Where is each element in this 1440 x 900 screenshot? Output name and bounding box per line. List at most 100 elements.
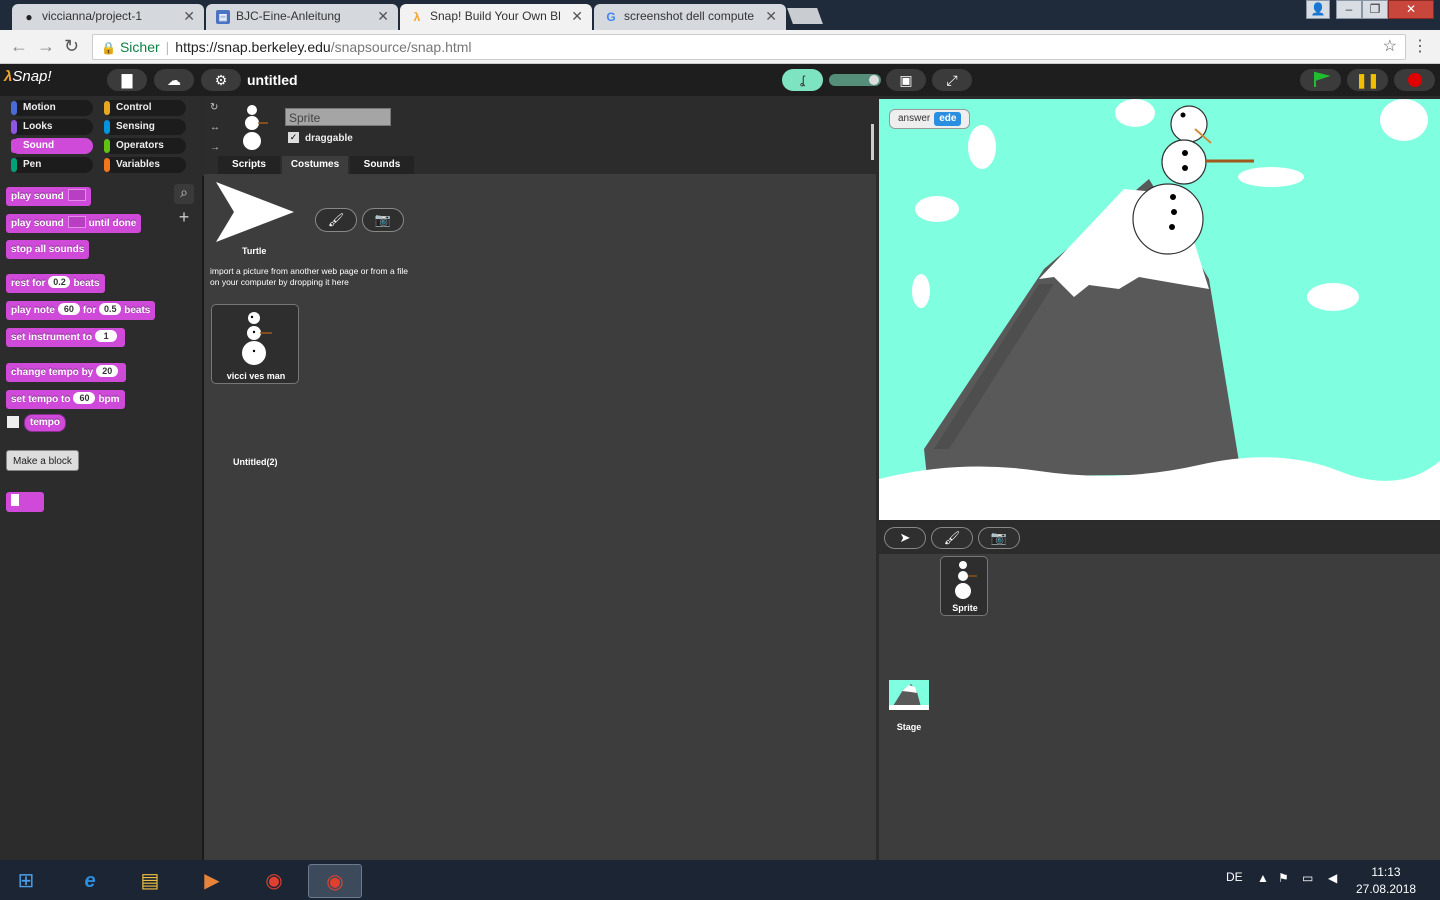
block-change-tempo[interactable]: change tempo by 20 (6, 363, 127, 382)
tempo-watcher-checkbox[interactable] (7, 416, 19, 428)
category-pen[interactable]: Pen (11, 157, 93, 173)
stage-size-button[interactable]: ▣ (886, 69, 926, 91)
block-play-note[interactable]: play note 60 for 0.5 beats (6, 301, 156, 320)
make-a-block-button[interactable]: Make a block (6, 450, 79, 471)
network-icon[interactable]: ▭ (1302, 871, 1313, 885)
camera-sprite-button[interactable]: 📷 (978, 527, 1020, 549)
internet-explorer-icon[interactable]: e (66, 864, 114, 898)
file-explorer-icon[interactable]: ▤ (126, 864, 174, 898)
slider-knob[interactable] (869, 75, 879, 85)
block-text: stop all sounds (11, 244, 85, 255)
maximize-button[interactable]: ❐ (1362, 0, 1388, 19)
sprite-icon-card[interactable]: Sprite (940, 556, 988, 616)
category-sound[interactable]: Sound (11, 138, 93, 154)
media-player-icon[interactable]: ▶ (188, 864, 236, 898)
custom-block[interactable] (6, 492, 44, 512)
pane-resize-handle[interactable] (871, 124, 874, 160)
minimize-button[interactable]: – (1336, 0, 1362, 19)
url-input[interactable]: 🔒 Sicher | https://snap.berkeley.edu/snapso… (92, 34, 1406, 60)
answer-watcher[interactable]: answer ede (889, 109, 971, 129)
paint-new-costume-button[interactable]: 🖌 (315, 208, 357, 232)
browser-tab-snap[interactable]: λ Snap! Build Your Own Bl ✕ (400, 4, 592, 30)
chrome-icon[interactable]: ◉ (250, 864, 298, 898)
snap-top-bar: λSnap! ▇ ☁ ⚙ untitled ʆ ▣ ⤢ ❚❚ (0, 64, 1440, 96)
volume-icon[interactable]: ◀ (1328, 871, 1337, 885)
green-flag-button[interactable] (1300, 69, 1341, 91)
browser-tab-google[interactable]: G screenshot dell compute ✕ (594, 4, 786, 30)
flip-icon[interactable]: ↔ (210, 122, 220, 133)
category-variables[interactable]: Variables (104, 157, 186, 173)
sprite-name-input[interactable]: Sprite (285, 108, 391, 126)
block-set-instrument[interactable]: set instrument to 1 (6, 328, 126, 347)
paint-new-sprite-button[interactable]: 🖌 (931, 527, 973, 549)
block-rest-for[interactable]: rest for 0.2 beats (6, 274, 105, 293)
tab-costumes[interactable]: Costumes (282, 156, 348, 174)
category-control[interactable]: Control (104, 100, 186, 116)
dropdown-slot[interactable] (67, 189, 86, 201)
file-menu-button[interactable]: ▇ (107, 69, 147, 91)
forward-icon[interactable]: → (37, 36, 55, 57)
browser-tab-bjc[interactable]: ▤ BJC-Eine-Anleitung ✕ (206, 4, 398, 30)
pause-button[interactable]: ❚❚ (1347, 69, 1388, 91)
browser-tab-github[interactable]: ● viccianna/project-1 ✕ (12, 4, 204, 30)
costume-thumbnail[interactable]: vicci ves man (211, 304, 299, 384)
reload-icon[interactable]: ↻ (64, 36, 79, 57)
new-tab-button[interactable] (787, 8, 823, 24)
stage-speed-slider[interactable] (829, 74, 881, 86)
category-sensing[interactable]: Sensing (104, 119, 186, 135)
stop-button[interactable] (1394, 69, 1435, 91)
close-icon[interactable]: ✕ (571, 8, 583, 25)
user-icon[interactable]: 👤 (1306, 0, 1330, 19)
project-title: untitled (247, 72, 298, 88)
settings-menu-button[interactable]: ⚙ (201, 69, 241, 91)
stage[interactable]: answer ede (879, 99, 1440, 520)
app-mode-toggle[interactable]: ʆ (782, 69, 823, 91)
category-looks[interactable]: Looks (11, 119, 93, 135)
add-block-icon[interactable]: + (174, 208, 194, 228)
block-play-sound-until-done[interactable]: play sound until done (6, 214, 142, 233)
category-selector: Motion Control Looks Sensing Sound Opera… (0, 96, 200, 176)
dropdown-slot[interactable] (67, 216, 86, 228)
clock-date[interactable]: 27.08.2018 (1356, 882, 1416, 896)
chrome-active-icon[interactable]: ◉ (308, 864, 362, 898)
block-set-tempo[interactable]: set tempo to 60 bpm (6, 390, 125, 409)
windows-start-icon[interactable]: ⊞ (4, 864, 48, 898)
camera-costume-button[interactable]: 📷 (362, 208, 404, 232)
snap-logo[interactable]: λSnap! (4, 68, 52, 92)
block-stop-all-sounds[interactable]: stop all sounds (6, 240, 90, 259)
category-motion[interactable]: Motion (11, 100, 93, 116)
number-slot[interactable]: 60 (57, 303, 80, 315)
window-close-button[interactable]: ✕ (1388, 0, 1434, 19)
tray-expand-icon[interactable]: ▲ (1257, 871, 1269, 885)
rotate-icon[interactable]: ↻ (210, 102, 218, 113)
draggable-checkbox[interactable]: ✓ (288, 132, 299, 143)
add-turtle-sprite-button[interactable]: ➤ (884, 527, 926, 549)
close-icon[interactable]: ✕ (377, 8, 389, 25)
number-slot[interactable]: 20 (96, 365, 119, 377)
number-slot[interactable]: 60 (73, 392, 96, 404)
number-slot[interactable]: 1 (95, 330, 118, 342)
bookmark-star-icon[interactable]: ☆ (1383, 35, 1397, 59)
no-rotate-icon[interactable]: → (210, 142, 220, 153)
turtle-costume-icon[interactable] (216, 182, 296, 242)
search-icon[interactable]: ⌕ (174, 184, 194, 204)
clock-time[interactable]: 11:13 (1356, 865, 1416, 879)
language-indicator[interactable]: DE (1226, 870, 1243, 884)
browser-menu-icon[interactable]: ⋮ (1412, 36, 1428, 56)
number-slot[interactable]: 0.2 (48, 276, 71, 288)
close-icon[interactable]: ✕ (183, 8, 195, 25)
cloud-menu-button[interactable]: ☁ (154, 69, 194, 91)
block-play-sound[interactable]: play sound (6, 187, 91, 206)
fullscreen-button[interactable]: ⤢ (932, 69, 972, 91)
reporter-tempo[interactable]: tempo (24, 414, 66, 432)
tab-scripts[interactable]: Scripts (218, 156, 280, 174)
stage-thumbnail[interactable] (889, 680, 929, 710)
number-slot[interactable]: 0.5 (99, 303, 122, 315)
untitled-costume-label[interactable]: Untitled(2) (233, 457, 278, 467)
flag-icon[interactable]: ⚑ (1278, 871, 1289, 885)
back-icon[interactable]: ← (10, 36, 28, 57)
category-label: Sensing (116, 121, 155, 132)
close-icon[interactable]: ✕ (765, 8, 777, 25)
tab-sounds[interactable]: Sounds (350, 156, 414, 174)
category-operators[interactable]: Operators (104, 138, 186, 154)
